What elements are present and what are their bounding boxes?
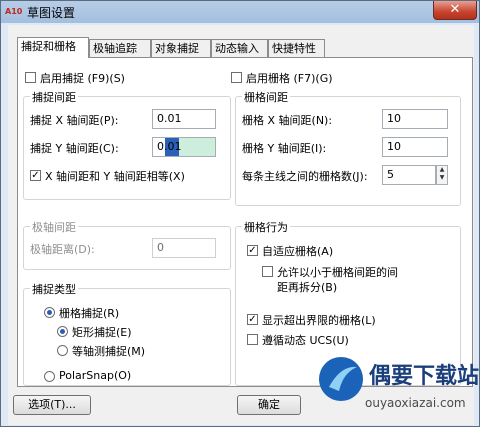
beyond-limits-label: 显示超出界限的栅格(L) xyxy=(262,314,376,327)
follow-ucs-checkbox[interactable] xyxy=(247,334,258,345)
iso-snap-radio[interactable] xyxy=(57,345,68,356)
watermark-url: ouyaoxiazai.com xyxy=(365,396,466,410)
tab-polar-tracking[interactable]: 极轴追踪 xyxy=(89,39,151,57)
rect-snap-label: 矩形捕捉(E) xyxy=(72,326,132,339)
subdivide-checkbox[interactable] xyxy=(262,266,273,277)
enable-snap-checkbox[interactable] xyxy=(25,72,36,83)
major-lines-input[interactable]: 5 xyxy=(382,165,436,185)
snap-grid-panel: 启用捕捉 (F9)(S) 捕捉间距 捕捉 X 轴间距(P): 0.01 捕捉 Y… xyxy=(17,57,473,387)
grid-y-label: 栅格 Y 轴间距(I): xyxy=(242,142,327,155)
major-lines-label: 每条主线之间的栅格数(J): xyxy=(242,170,368,183)
grid-y-input[interactable]: 10 xyxy=(382,137,448,157)
tab-quick-properties[interactable]: 快捷特性 xyxy=(268,39,325,57)
enable-grid-checkbox[interactable] xyxy=(231,72,242,83)
polar-distance-label: 极轴距离(D): xyxy=(30,243,95,256)
watermark-brand: 偶要下载站 xyxy=(369,363,479,389)
subdivide-label-line1: 允许以小于栅格间距的间 xyxy=(277,266,398,279)
snap-x-label: 捕捉 X 轴间距(P): xyxy=(30,114,119,127)
grid-snap-radio[interactable] xyxy=(44,307,55,318)
enable-snap-label: 启用捕捉 (F9)(S) xyxy=(40,72,125,85)
rect-snap-radio[interactable] xyxy=(57,326,68,337)
tab-object-snap[interactable]: 对象捕捉 xyxy=(151,39,211,57)
snap-y-label: 捕捉 Y 轴间距(C): xyxy=(30,142,119,155)
grid-behavior-title: 栅格行为 xyxy=(242,219,290,235)
spin-down-icon[interactable]: ▼ xyxy=(437,174,447,182)
grid-snap-label: 栅格捕捉(R) xyxy=(59,307,120,320)
polar-spacing-title: 极轴间距 xyxy=(30,219,78,235)
polar-snap-radio[interactable] xyxy=(44,371,55,382)
title-bar: A10 草图设置 ✕ xyxy=(1,1,479,23)
snap-y-input[interactable]: 0.01 xyxy=(152,137,216,157)
tab-snap-grid[interactable]: 捕捉和栅格 xyxy=(17,37,89,58)
equal-spacing-label: X 轴间距和 Y 轴间距相等(X) xyxy=(45,170,185,183)
dialog-window: A10 草图设置 ✕ 捕捉和栅格 极轴追踪 对象捕捉 动态输入 快捷特性 启用捕… xyxy=(0,0,480,427)
major-lines-spinner[interactable]: ▲ ▼ xyxy=(436,165,448,185)
window-title: 草图设置 xyxy=(27,6,76,20)
adaptive-grid-label: 自适应栅格(A) xyxy=(262,245,334,258)
options-button[interactable]: 选项(T)... xyxy=(13,395,91,415)
grid-x-label: 栅格 X 轴间距(N): xyxy=(242,114,333,127)
app-icon: A10 xyxy=(5,7,23,16)
snap-type-title: 捕捉类型 xyxy=(30,281,78,297)
watermark-overlay: 偶要下载站 ouyaoxiazai.com xyxy=(319,357,479,410)
grid-x-input[interactable]: 10 xyxy=(382,109,448,129)
polar-snap-label: PolarSnap(O) xyxy=(59,369,132,382)
snap-x-input[interactable]: 0.01 xyxy=(152,109,216,129)
equal-spacing-checkbox[interactable]: ✓ xyxy=(30,170,41,181)
enable-grid-label: 启用栅格 (F7)(G) xyxy=(246,72,333,85)
grid-spacing-title: 栅格间距 xyxy=(242,89,290,105)
tab-dynamic-input[interactable]: 动态输入 xyxy=(211,39,268,57)
subdivide-label-line2: 距再拆分(B) xyxy=(277,281,338,294)
close-button[interactable]: ✕ xyxy=(433,1,477,20)
spin-up-icon[interactable]: ▲ xyxy=(437,166,447,174)
iso-snap-label: 等轴测捕捉(M) xyxy=(72,345,146,358)
adaptive-grid-checkbox[interactable]: ✓ xyxy=(247,245,258,256)
snap-spacing-title: 捕捉间距 xyxy=(30,89,78,105)
beyond-limits-checkbox[interactable]: ✓ xyxy=(247,314,258,325)
ok-button[interactable]: 确定 xyxy=(237,395,301,415)
polar-distance-input[interactable]: 0 xyxy=(152,238,216,258)
